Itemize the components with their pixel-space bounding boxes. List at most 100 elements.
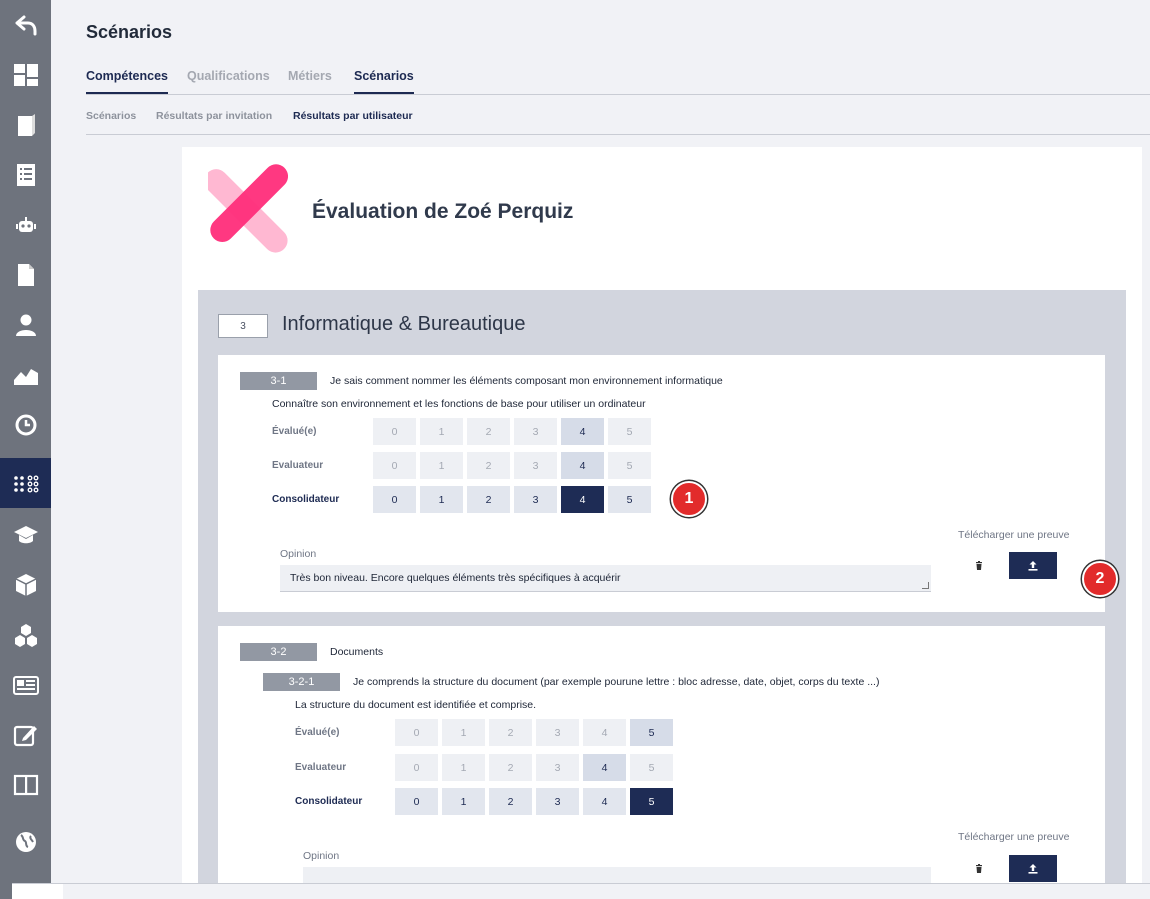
- scale-option[interactable]: 2: [489, 719, 532, 746]
- sidebar-item-cubes[interactable]: [0, 610, 51, 660]
- tab-scenarios[interactable]: Scénarios: [354, 69, 414, 94]
- scale-option[interactable]: 3: [514, 418, 557, 445]
- scale-option[interactable]: 1: [442, 719, 485, 746]
- scale-option[interactable]: 1: [420, 418, 463, 445]
- columns-icon: [13, 774, 38, 796]
- scale-option[interactable]: 5: [630, 754, 673, 781]
- robot-icon: [15, 217, 36, 232]
- item-title: Je sais comment nommer les éléments comp…: [330, 375, 723, 387]
- sidebar-item-dashboard[interactable]: [0, 50, 51, 100]
- trash-icon[interactable]: [971, 558, 987, 574]
- sidebar-item-robot[interactable]: [0, 200, 51, 250]
- competence-item: 3-1 Je sais comment nommer les éléments …: [218, 355, 1118, 612]
- item-code: 3-2: [240, 643, 317, 661]
- trash-icon[interactable]: [971, 861, 987, 877]
- scale-option[interactable]: 3: [536, 788, 579, 815]
- row-label-consolidator: Consolidateur: [295, 796, 363, 807]
- scale-option[interactable]: 1: [420, 486, 463, 513]
- scale-option[interactable]: 1: [442, 754, 485, 781]
- edit-icon: [13, 725, 37, 747]
- competence-item: 3-2 Documents 3-2-1 Je comprends la stru…: [218, 626, 1105, 887]
- scale-evaluated: 0 1 2 3 4 5: [373, 418, 651, 445]
- scale-option-selected[interactable]: 4: [561, 418, 604, 445]
- opinion-textarea[interactable]: Très bon niveau. Encore quelques élément…: [280, 565, 931, 592]
- item-code: 3-1: [240, 372, 317, 390]
- dashboard-icon: [13, 64, 38, 86]
- scale-option[interactable]: 0: [373, 452, 416, 479]
- scale-option[interactable]: 3: [536, 754, 579, 781]
- scale-option-selected[interactable]: 4: [561, 486, 604, 513]
- subtab-scenarios[interactable]: Scénarios: [86, 110, 136, 122]
- sidebar-item-clock[interactable]: [0, 400, 51, 450]
- scale-option-selected[interactable]: 5: [630, 788, 673, 815]
- subitem-code: 3-2-1: [263, 673, 340, 691]
- tab-qualifications[interactable]: Qualifications: [187, 69, 270, 83]
- scale-option[interactable]: 1: [420, 452, 463, 479]
- scale-option[interactable]: 2: [467, 486, 510, 513]
- main-tabs: Compétences Qualifications Métiers Scéna…: [86, 69, 1150, 95]
- horizontal-scrollbar-track[interactable]: [51, 883, 1150, 899]
- callout-badge-2: 2: [1082, 561, 1118, 597]
- upload-button[interactable]: [1009, 855, 1057, 882]
- scale-option[interactable]: 0: [395, 788, 438, 815]
- scale-option[interactable]: 0: [373, 418, 416, 445]
- sidebar-item-user[interactable]: [0, 300, 51, 350]
- status-corner: [12, 883, 63, 899]
- scale-option[interactable]: 5: [608, 486, 651, 513]
- subitem-title: Je comprends la structure du document (p…: [353, 676, 880, 688]
- scale-option[interactable]: 0: [373, 486, 416, 513]
- scale-option[interactable]: 3: [536, 719, 579, 746]
- sidebar-item-book[interactable]: [0, 100, 51, 150]
- tab-competences[interactable]: Compétences: [86, 69, 168, 94]
- row-label-evaluated: Évalué(e): [295, 727, 340, 738]
- scale-consolidator: 0 1 2 3 4 5: [395, 788, 673, 815]
- scale-option-selected[interactable]: 4: [561, 452, 604, 479]
- scale-option[interactable]: 2: [489, 754, 532, 781]
- document-icon: [17, 264, 34, 286]
- page-title: Scénarios: [86, 22, 173, 42]
- subtab-results-user[interactable]: Résultats par utilisateur: [293, 110, 413, 122]
- scale-option[interactable]: 3: [514, 452, 557, 479]
- sidebar-item-cube[interactable]: [0, 560, 51, 610]
- tab-metiers[interactable]: Métiers: [288, 69, 332, 83]
- subtab-results-invitation[interactable]: Résultats par invitation: [156, 110, 272, 122]
- scale-option[interactable]: 3: [514, 486, 557, 513]
- sidebar-item-edit[interactable]: [0, 710, 51, 760]
- upload-button[interactable]: [1009, 552, 1057, 579]
- scale-option[interactable]: 4: [583, 719, 626, 746]
- sidebar-item-chart[interactable]: [0, 350, 51, 400]
- row-label-evaluator: Evaluateur: [295, 762, 347, 773]
- scale-option[interactable]: 2: [489, 788, 532, 815]
- sidebar-item-news[interactable]: [0, 660, 51, 710]
- opinion-text: Très bon niveau. Encore quelques élément…: [290, 572, 621, 584]
- sidebar-item-scenarios[interactable]: [0, 458, 51, 508]
- sidebar-item-education[interactable]: [0, 510, 51, 560]
- cubes-icon: [14, 624, 37, 647]
- sidebar-item-document[interactable]: [0, 250, 51, 300]
- graduation-cap-icon: [13, 526, 38, 544]
- scale-option[interactable]: 4: [583, 788, 626, 815]
- scale-option[interactable]: 2: [467, 418, 510, 445]
- scale-option[interactable]: 2: [467, 452, 510, 479]
- scale-evaluator: 0 1 2 3 4 5: [373, 452, 651, 479]
- scale-option[interactable]: 0: [395, 719, 438, 746]
- evaluation-title: Évaluation de Zoé Perquiz: [312, 200, 574, 223]
- scale-option[interactable]: 5: [608, 418, 651, 445]
- back-button[interactable]: [0, 0, 51, 50]
- scale-option-selected[interactable]: 5: [630, 719, 673, 746]
- scale-option[interactable]: 5: [608, 452, 651, 479]
- scale-option[interactable]: 1: [442, 788, 485, 815]
- newspaper-icon: [12, 676, 39, 695]
- dots-grid-icon: [13, 475, 38, 493]
- subitem-description: La structure du document est identifiée …: [295, 699, 537, 711]
- scale-option[interactable]: 0: [395, 754, 438, 781]
- user-icon: [15, 314, 36, 336]
- sidebar-item-list[interactable]: [0, 150, 51, 200]
- competence-section: 3 Informatique & Bureautique 3-1 Je sais…: [198, 290, 1126, 887]
- sidebar-item-columns[interactable]: [0, 760, 51, 810]
- scale-option-selected[interactable]: 4: [583, 754, 626, 781]
- resize-handle[interactable]: [922, 582, 929, 589]
- row-label-evaluator: Evaluateur: [272, 460, 324, 471]
- sidebar-item-globe[interactable]: [0, 817, 51, 867]
- section-title: Informatique & Bureautique: [282, 313, 526, 335]
